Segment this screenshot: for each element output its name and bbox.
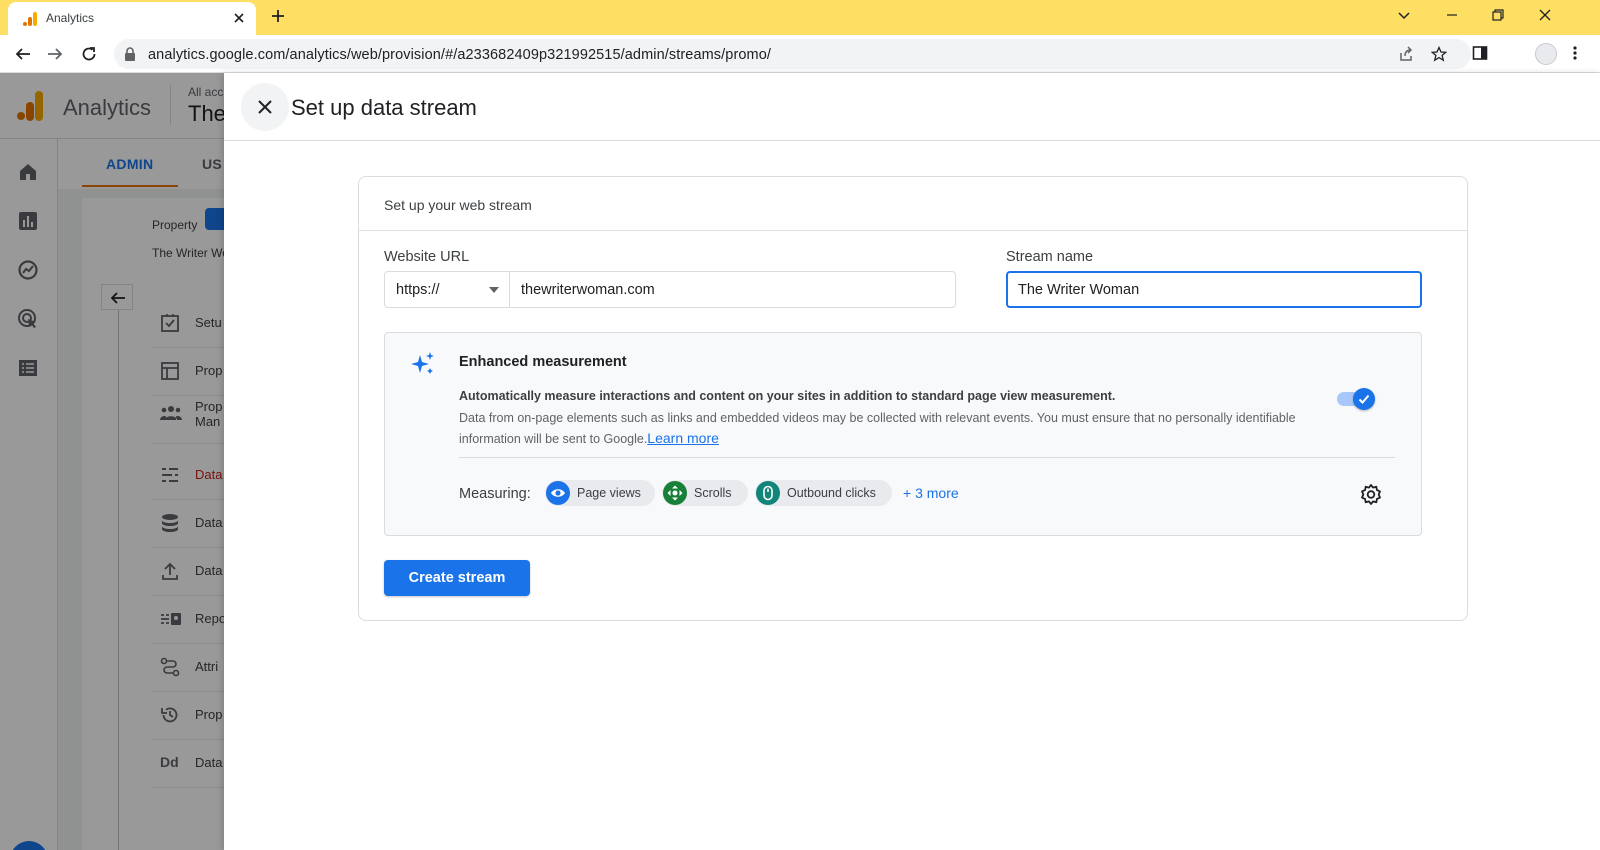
modal-scrim[interactable] xyxy=(0,73,224,850)
share-icon[interactable] xyxy=(1398,46,1414,62)
protocol-value: https:// xyxy=(396,282,440,298)
analytics-favicon-icon xyxy=(22,11,38,27)
mouse-icon xyxy=(756,481,780,505)
close-window-icon[interactable] xyxy=(1538,8,1552,22)
profile-avatar[interactable] xyxy=(1535,43,1557,65)
sparkle-icon xyxy=(410,351,436,377)
chip-label: Page views xyxy=(577,486,641,500)
chip-outbound-clicks[interactable]: Outbound clicks xyxy=(755,480,892,506)
url-text: analytics.google.com/analytics/web/provi… xyxy=(148,47,772,63)
scroll-arrows-icon xyxy=(663,481,687,505)
stream-name-value: The Writer Woman xyxy=(1018,282,1140,298)
measuring-label: Measuring: xyxy=(459,486,531,502)
close-sheet-button[interactable] xyxy=(241,83,289,131)
tab-title: Analytics xyxy=(46,11,95,25)
browser-menu-icon[interactable] xyxy=(1572,45,1578,61)
tab-search-chevron-icon[interactable] xyxy=(1397,8,1411,22)
website-url-label: Website URL xyxy=(384,249,470,265)
enhanced-measurement-section: Enhanced measurement Automatically measu… xyxy=(384,332,1422,536)
create-stream-button[interactable]: Create stream xyxy=(384,560,530,596)
website-url-value: thewriterwoman.com xyxy=(521,282,655,298)
close-icon xyxy=(258,100,272,114)
protocol-select[interactable]: https:// xyxy=(384,271,510,308)
learn-more-link[interactable]: Learn more xyxy=(647,430,719,446)
chip-label: Scrolls xyxy=(694,486,732,500)
enhanced-measurement-description: Data from on-page elements such as links… xyxy=(459,408,1339,449)
enhanced-measurement-title: Enhanced measurement xyxy=(459,354,627,370)
lock-icon[interactable] xyxy=(124,47,136,61)
sheet-title: Set up data stream xyxy=(291,95,477,120)
reload-icon[interactable] xyxy=(80,45,98,63)
tab-close-icon[interactable] xyxy=(232,11,246,25)
back-icon[interactable] xyxy=(14,45,32,63)
web-stream-card: Set up your web stream Website URL https… xyxy=(358,176,1468,621)
chip-page-views[interactable]: Page views xyxy=(545,480,655,506)
minimize-icon[interactable] xyxy=(1445,8,1459,22)
card-header: Set up your web stream xyxy=(359,177,1467,231)
more-events-link[interactable]: + 3 more xyxy=(903,485,959,501)
stream-name-label: Stream name xyxy=(1006,249,1094,265)
enhanced-measurement-toggle[interactable] xyxy=(1337,388,1375,410)
sheet-header: Set up data stream xyxy=(224,73,1600,141)
setup-data-stream-sheet: Set up data stream Set up your web strea… xyxy=(224,73,1600,850)
section-divider xyxy=(459,457,1395,458)
eye-icon xyxy=(546,481,570,505)
stream-name-input[interactable]: The Writer Woman xyxy=(1006,271,1422,308)
side-panel-icon[interactable] xyxy=(1472,45,1488,61)
browser-tab-bar: Analytics xyxy=(0,0,1600,35)
chip-scrolls[interactable]: Scrolls xyxy=(662,480,748,506)
forward-icon[interactable] xyxy=(46,45,64,63)
enhanced-measurement-settings-icon[interactable] xyxy=(1359,483,1383,507)
chip-label: Outbound clicks xyxy=(787,486,876,500)
card-title: Set up your web stream xyxy=(384,197,532,213)
dropdown-arrow-icon xyxy=(489,287,499,293)
restore-icon[interactable] xyxy=(1491,8,1505,22)
website-url-input[interactable]: thewriterwoman.com xyxy=(509,271,956,308)
description-text: Data from on-page elements such as links… xyxy=(459,411,1296,446)
address-bar[interactable]: analytics.google.com/analytics/web/provi… xyxy=(114,39,1471,69)
toggle-knob xyxy=(1353,388,1375,410)
enhanced-measurement-summary: Automatically measure interactions and c… xyxy=(459,389,1116,403)
bookmark-star-icon[interactable] xyxy=(1431,46,1447,62)
check-icon xyxy=(1358,394,1370,404)
new-tab-icon[interactable] xyxy=(270,8,286,24)
browser-tab[interactable]: Analytics xyxy=(8,2,256,35)
browser-toolbar: analytics.google.com/analytics/web/provi… xyxy=(0,35,1600,73)
